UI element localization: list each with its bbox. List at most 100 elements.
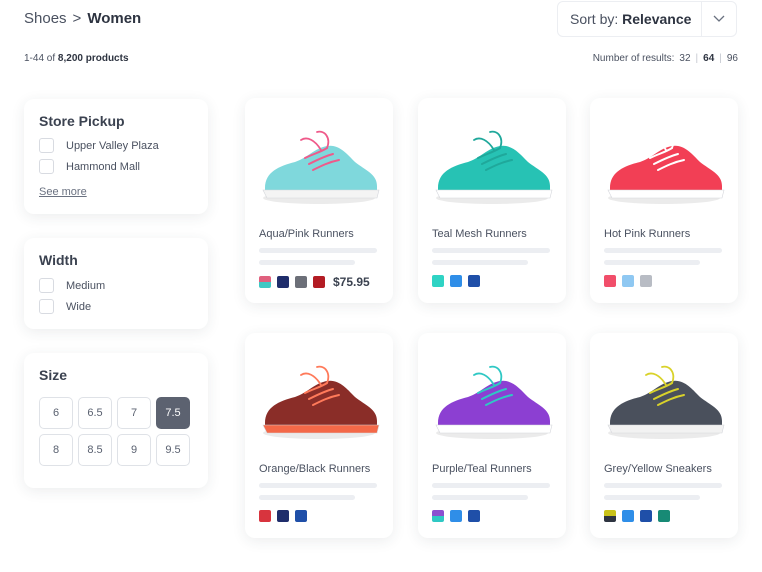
skeleton-line xyxy=(432,260,528,265)
color-swatches xyxy=(432,275,480,287)
product-name[interactable]: Hot Pink Runners xyxy=(604,228,690,240)
product-image[interactable] xyxy=(255,114,383,210)
product-card[interactable]: Hot Pink Runners xyxy=(590,98,738,303)
product-name[interactable]: Teal Mesh Runners xyxy=(432,228,527,240)
size-option[interactable]: 6.5 xyxy=(78,397,112,429)
skeleton-line xyxy=(604,260,700,265)
skeleton-line xyxy=(259,248,377,253)
color-swatch[interactable] xyxy=(640,275,652,287)
color-swatches xyxy=(604,510,670,522)
store-option-hammond[interactable]: Hammond Mall xyxy=(39,159,140,174)
checkbox[interactable] xyxy=(39,138,54,153)
store-option-label: Hammond Mall xyxy=(66,160,140,173)
size-filter: Size 6 6.5 7 7.5 8 8.5 9 9.5 xyxy=(24,353,208,488)
product-image[interactable] xyxy=(428,349,556,445)
size-option[interactable]: 6 xyxy=(39,397,73,429)
size-option[interactable]: 8 xyxy=(39,434,73,466)
product-name[interactable]: Purple/Teal Runners xyxy=(432,463,532,475)
color-swatch[interactable] xyxy=(658,510,670,522)
product-image[interactable] xyxy=(255,349,383,445)
results-option-32[interactable]: 32 xyxy=(679,53,690,64)
results-separator: | xyxy=(695,53,699,64)
color-swatch[interactable] xyxy=(604,275,616,287)
checkbox[interactable] xyxy=(39,159,54,174)
skeleton-line xyxy=(604,248,722,253)
breadcrumb-current: Women xyxy=(87,10,142,27)
checkbox[interactable] xyxy=(39,299,54,314)
product-image[interactable] xyxy=(600,349,728,445)
skeleton-line xyxy=(259,483,377,488)
product-card[interactable]: Teal Mesh Runners xyxy=(418,98,566,303)
product-card[interactable]: Grey/Yellow Sneakers xyxy=(590,333,738,538)
see-more-link[interactable]: See more xyxy=(39,186,87,198)
skeleton-line xyxy=(604,483,722,488)
sort-dropdown[interactable]: Sort by: Relevance xyxy=(557,1,737,37)
store-pickup-filter: Store Pickup Upper Valley Plaza Hammond … xyxy=(24,99,208,214)
breadcrumb-shoes-link[interactable]: Shoes xyxy=(24,10,67,27)
product-name[interactable]: Orange/Black Runners xyxy=(259,463,370,475)
color-swatch[interactable] xyxy=(259,276,271,288)
product-card[interactable]: Orange/Black Runners xyxy=(245,333,393,538)
size-heading: Size xyxy=(39,367,68,383)
product-count: 1-44 of 8,200 products xyxy=(24,53,129,64)
width-option-label: Wide xyxy=(66,300,92,313)
color-swatches xyxy=(259,510,307,522)
color-swatch[interactable] xyxy=(432,275,444,287)
color-swatches xyxy=(604,275,652,287)
width-option-wide[interactable]: Wide xyxy=(39,299,91,314)
color-swatch[interactable] xyxy=(622,275,634,287)
skeleton-line xyxy=(604,495,700,500)
product-price: $75.95 xyxy=(333,275,370,289)
count-total: 8,200 products xyxy=(57,53,129,64)
skeleton-line xyxy=(432,495,528,500)
results-option-64[interactable]: 64 xyxy=(703,53,714,64)
color-swatch[interactable] xyxy=(604,510,616,522)
size-grid: 6 6.5 7 7.5 8 8.5 9 9.5 xyxy=(39,397,190,466)
size-option[interactable]: 7 xyxy=(117,397,151,429)
color-swatch[interactable] xyxy=(313,276,325,288)
color-swatch[interactable] xyxy=(259,510,271,522)
product-image[interactable] xyxy=(428,114,556,210)
checkbox[interactable] xyxy=(39,278,54,293)
color-swatch[interactable] xyxy=(277,276,289,288)
results-separator: | xyxy=(719,53,722,64)
store-option-upper-valley[interactable]: Upper Valley Plaza xyxy=(39,138,159,153)
color-swatch[interactable] xyxy=(277,510,289,522)
color-swatch[interactable] xyxy=(295,510,307,522)
color-swatch[interactable] xyxy=(432,510,444,522)
size-option-selected[interactable]: 7.5 xyxy=(156,397,190,429)
color-swatch[interactable] xyxy=(468,275,480,287)
store-option-label: Upper Valley Plaza xyxy=(66,139,159,152)
width-filter: Width Medium Wide xyxy=(24,238,208,329)
color-swatch[interactable] xyxy=(450,510,462,522)
product-image[interactable] xyxy=(600,114,728,210)
sort-value: Relevance xyxy=(622,11,692,27)
size-option[interactable]: 9 xyxy=(117,434,151,466)
results-option-96[interactable]: 96 xyxy=(727,53,738,64)
width-option-medium[interactable]: Medium xyxy=(39,278,105,293)
size-option[interactable]: 9.5 xyxy=(156,434,190,466)
product-name[interactable]: Aqua/Pink Runners xyxy=(259,228,354,240)
skeleton-line xyxy=(432,248,550,253)
sort-label: Sort by: xyxy=(570,11,619,27)
product-name[interactable]: Grey/Yellow Sneakers xyxy=(604,463,712,475)
width-option-label: Medium xyxy=(66,279,106,292)
results-label: Number of results: xyxy=(592,53,675,64)
color-swatches: $75.95 xyxy=(259,275,370,289)
skeleton-line xyxy=(259,260,355,265)
product-card[interactable]: Aqua/Pink Runners $75.95 xyxy=(245,98,393,303)
size-option[interactable]: 8.5 xyxy=(78,434,112,466)
product-card[interactable]: Purple/Teal Runners xyxy=(418,333,566,538)
breadcrumb-separator: > xyxy=(72,10,82,27)
store-pickup-heading: Store Pickup xyxy=(39,113,125,129)
color-swatch[interactable] xyxy=(622,510,634,522)
color-swatch[interactable] xyxy=(468,510,480,522)
results-per-page: Number of results: 32 | 64 | 96 xyxy=(593,53,738,64)
color-swatch[interactable] xyxy=(295,276,307,288)
breadcrumb: Shoes > Women xyxy=(24,10,141,27)
color-swatch[interactable] xyxy=(450,275,462,287)
color-swatch[interactable] xyxy=(640,510,652,522)
chevron-down-icon[interactable] xyxy=(702,15,736,23)
skeleton-line xyxy=(432,483,550,488)
width-heading: Width xyxy=(39,252,78,268)
